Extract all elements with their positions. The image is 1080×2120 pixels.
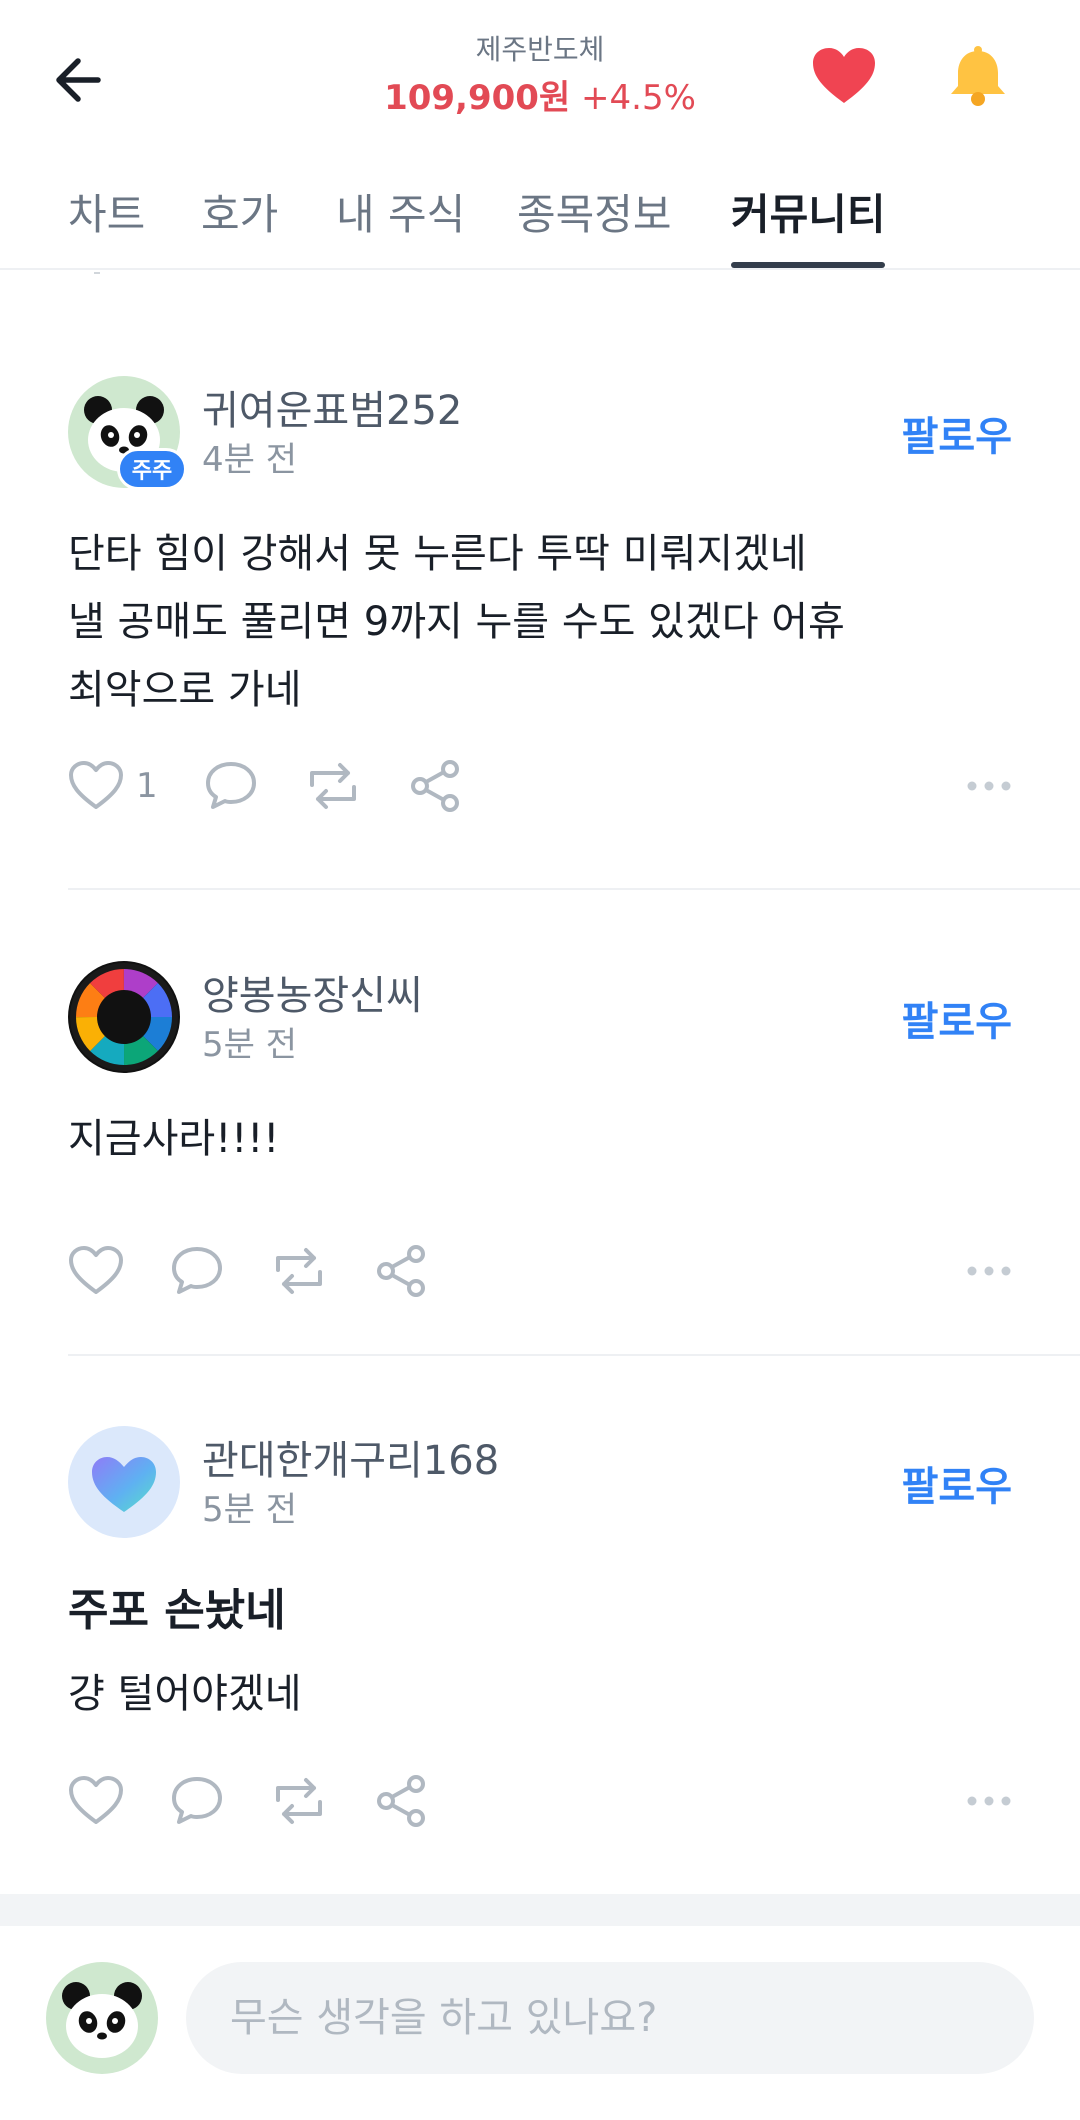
tab-stock-info[interactable]: 종목정보: [517, 180, 672, 260]
post-actions: [68, 1771, 1012, 1831]
follow-button[interactable]: 팔로우: [902, 989, 1012, 1047]
color-wheel-avatar[interactable]: [68, 961, 180, 1073]
username[interactable]: 양봉농장신씨: [202, 963, 423, 1021]
post-content: 걍 털어야겠네: [68, 1671, 302, 1717]
comment-button[interactable]: [170, 1771, 224, 1831]
share-button[interactable]: [374, 1771, 428, 1831]
more-button[interactable]: [966, 1771, 1012, 1831]
favorite-button[interactable]: [804, 36, 884, 116]
share-icon: [411, 760, 459, 812]
post-time: 5분 전: [202, 1490, 297, 1530]
more-dots-icon: [967, 1266, 1011, 1276]
more-button[interactable]: [966, 756, 1012, 816]
like-button[interactable]: [68, 1241, 124, 1301]
post-card: 양봉농장신씨 5분 전 팔로우 지금사라!!!!: [0, 955, 1080, 1355]
post-composer-input[interactable]: [186, 1962, 1034, 2074]
share-button[interactable]: [408, 756, 462, 816]
follow-button[interactable]: 팔로우: [902, 404, 1012, 462]
header: 제주반도체 109,900원 +4.5%: [0, 0, 1080, 170]
bell-icon: [951, 46, 1005, 106]
stock-name: 제주반도체: [475, 33, 605, 66]
tab-bar: 차트 호가 내 주식 종목정보 커뮤니티: [0, 170, 1080, 270]
share-icon: [377, 1245, 425, 1297]
tab-chart[interactable]: 차트: [68, 180, 145, 260]
stock-price: 109,900원: [384, 78, 571, 118]
post-time: 4분 전: [202, 440, 297, 480]
section-gap: [0, 1894, 1080, 1926]
active-tab-indicator: [731, 262, 885, 268]
post-time: 5분 전: [202, 1025, 297, 1065]
price-line: 109,900원 +4.5%: [0, 70, 1080, 119]
post-divider: [68, 1354, 1080, 1356]
username[interactable]: 귀여운표범252: [202, 378, 462, 436]
like-count: 1: [136, 766, 158, 806]
share-button[interactable]: [374, 1241, 428, 1301]
repost-icon: [276, 1778, 322, 1824]
more-button[interactable]: [966, 1241, 1012, 1301]
comment-icon: [172, 1247, 222, 1294]
heart-outline-icon: [69, 761, 123, 809]
divider: [94, 272, 100, 274]
post-content: 단타 힘이 강해서 못 누른다 투딱 미뤄지겠네 낼 공매도 풀리면 9까지 누…: [68, 531, 845, 713]
post-actions: 1: [68, 756, 1012, 816]
like-button[interactable]: [68, 1771, 124, 1831]
post-content: 지금사라!!!!: [68, 1116, 280, 1162]
post-card: 주주 귀여운표범252 4분 전 팔로우 단타 힘이 강해서 못 누른다 투딱 …: [0, 370, 1080, 890]
repost-icon: [276, 1248, 322, 1294]
notification-button[interactable]: [938, 36, 1018, 116]
share-icon: [377, 1775, 425, 1827]
comment-button[interactable]: [170, 1241, 224, 1301]
comment-icon: [172, 1777, 222, 1824]
like-button[interactable]: 1: [68, 756, 158, 816]
shareholder-badge: 주주: [117, 448, 187, 490]
tab-my-stock[interactable]: 내 주식: [336, 180, 465, 260]
post-card: 관대한개구리168 5분 전 팔로우 주포 손놨네 걍 털어야겠네: [0, 1420, 1080, 1890]
price-change: +4.5%: [581, 78, 696, 118]
tab-orderbook[interactable]: 호가: [201, 180, 278, 260]
post-title: 주포 손놨네: [68, 1585, 286, 1636]
panda-avatar: [46, 1962, 158, 2074]
blue-heart-avatar[interactable]: [68, 1426, 180, 1538]
comment-button[interactable]: [204, 756, 258, 816]
post-divider: [68, 888, 1080, 890]
comment-icon: [206, 762, 256, 809]
repost-icon: [310, 763, 356, 809]
follow-button[interactable]: 팔로우: [902, 1454, 1012, 1512]
repost-button[interactable]: [270, 1241, 328, 1301]
more-dots-icon: [967, 1796, 1011, 1806]
heart-icon: [813, 48, 875, 103]
post-actions: [68, 1241, 1012, 1301]
username[interactable]: 관대한개구리168: [202, 1428, 499, 1486]
repost-button[interactable]: [304, 756, 362, 816]
heart-outline-icon: [69, 1776, 123, 1824]
repost-button[interactable]: [270, 1771, 328, 1831]
heart-outline-icon: [69, 1246, 123, 1294]
more-dots-icon: [967, 781, 1011, 791]
tab-community[interactable]: 커뮤니티: [731, 180, 886, 260]
